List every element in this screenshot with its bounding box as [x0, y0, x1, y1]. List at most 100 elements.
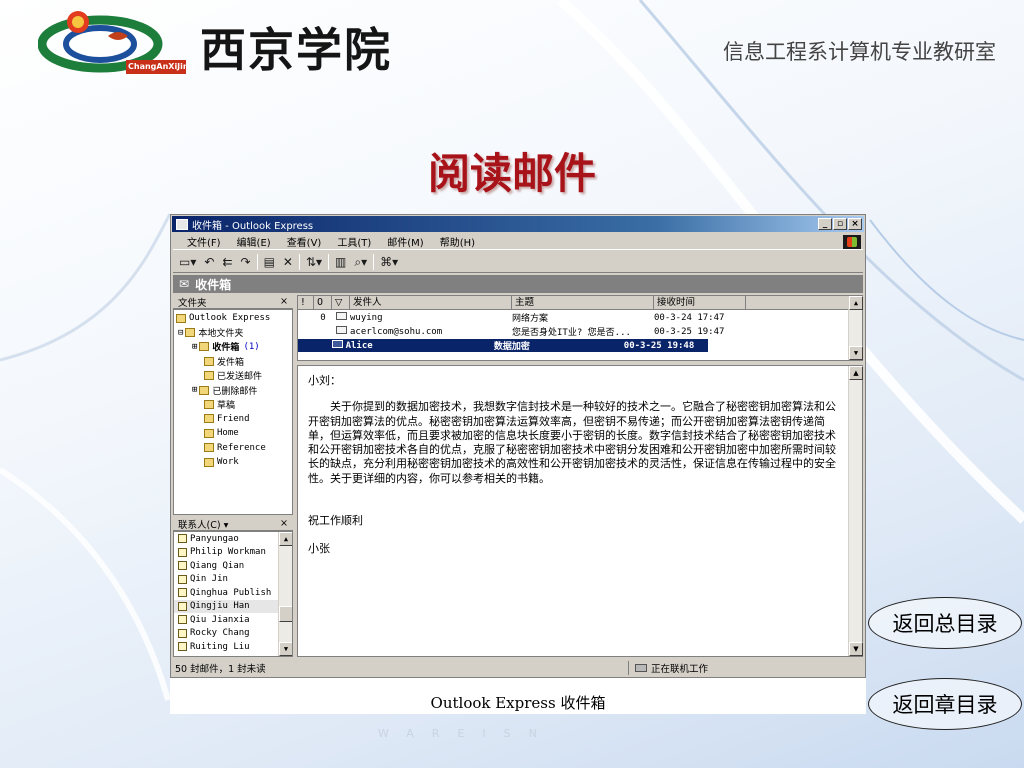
scroll-up-icon[interactable]: ▲ — [849, 296, 863, 310]
folder-icon — [185, 328, 196, 338]
back-to-chapter-menu-button[interactable]: 返回章目录 — [868, 678, 1022, 730]
new-mail-icon[interactable]: ▭▾ — [177, 253, 198, 271]
contact-card-icon — [178, 547, 187, 557]
contact-item[interactable]: Ruiting Liu — [174, 640, 292, 654]
menu-tools[interactable]: 工具(T) — [337, 234, 371, 249]
expand-icon[interactable]: ⊞ — [192, 385, 197, 395]
contact-item[interactable]: Qinghua Publish — [174, 586, 292, 600]
folder-inbox[interactable]: ⊞ 收件箱 (1) — [174, 340, 292, 354]
print-icon[interactable]: ▤ — [262, 253, 277, 271]
contact-item[interactable]: Qiang Qian — [174, 559, 292, 573]
contacts-scrollbar[interactable]: ▲ ▼ — [278, 532, 292, 656]
envelope-icon — [335, 312, 347, 320]
contact-card-icon — [178, 588, 187, 598]
folder-sent[interactable]: 已发送邮件 — [174, 369, 292, 383]
col-watch[interactable]: ▽ — [332, 296, 350, 310]
scroll-up-icon[interactable]: ▲ — [279, 532, 292, 546]
folders-header-label: 文件夹 — [178, 297, 207, 309]
message-row-selected[interactable]: Alice 数据加密 00-3-25 19:48 — [298, 339, 708, 352]
maximize-button[interactable]: ▫ — [833, 218, 847, 230]
folder-friend[interactable]: Friend — [174, 412, 292, 426]
contact-item-selected[interactable]: Qingjiu Han — [174, 599, 292, 613]
reply-icon[interactable]: ↶ — [202, 253, 216, 271]
find-icon[interactable]: ⌕▾ — [352, 253, 369, 271]
outlook-window: 收件箱 - Outlook Express _ ▫ × 文件(F) 编辑(E) … — [170, 214, 866, 678]
status-message-count: 50 封邮件，1 封未读 — [173, 661, 629, 675]
close-pane-icon[interactable]: × — [280, 518, 288, 529]
scroll-down-icon[interactable]: ▼ — [279, 642, 292, 656]
contact-item[interactable]: Qiu Jianxia — [174, 613, 292, 627]
message-row[interactable]: acerlcom@sohu.com 您是否身处IT业? 您是否... 00-3-… — [298, 325, 746, 338]
folder-reference[interactable]: Reference — [174, 441, 292, 455]
encoding-icon[interactable]: ⌘▾ — [378, 253, 400, 271]
folder-outlook-express[interactable]: Outlook Express — [174, 311, 292, 325]
watermark: WAREISN — [378, 727, 555, 740]
status-bar: 50 封邮件，1 封未读 正在联机工作 — [173, 660, 863, 676]
menu-view[interactable]: 查看(V) — [287, 234, 322, 249]
delete-icon[interactable]: ✕ — [281, 253, 295, 271]
folder-title-icon: ✉ — [179, 277, 190, 291]
slide-title: 阅读邮件 — [427, 149, 596, 198]
folder-icon — [204, 428, 214, 438]
scroll-thumb[interactable] — [279, 606, 292, 622]
col-subject[interactable]: 主题 — [512, 296, 654, 310]
contact-item[interactable]: Rocky Chang — [174, 627, 292, 641]
menu-bar: 文件(F) 编辑(E) 查看(V) 工具(T) 邮件(M) 帮助(H) — [173, 233, 863, 250]
toolbar-separator — [328, 253, 330, 270]
message-row[interactable]: 0 wuying 网络方案 00-3-24 17:47 — [298, 311, 746, 324]
scroll-up-icon[interactable]: ▲ — [849, 366, 863, 380]
sent-icon — [204, 371, 214, 381]
toolbar-separator — [298, 253, 300, 270]
minimize-button[interactable]: _ — [818, 218, 832, 230]
folder-icon — [204, 457, 214, 467]
folders-pane-header: 文件夹 × — [173, 295, 293, 309]
scroll-down-icon[interactable]: ▼ — [849, 642, 863, 656]
menu-help[interactable]: 帮助(H) — [440, 234, 475, 249]
collapse-icon[interactable]: ⊟ — [178, 328, 183, 338]
forward-icon[interactable]: ↷ — [239, 253, 253, 271]
contact-item[interactable]: Qin Jin — [174, 573, 292, 587]
inbox-icon — [199, 342, 210, 352]
col-from[interactable]: 发件人 — [350, 296, 512, 310]
menu-edit[interactable]: 编辑(E) — [237, 234, 271, 249]
contacts-menu-button[interactable]: 联系人(C) ▾ — [178, 517, 228, 531]
menu-message[interactable]: 邮件(M) — [387, 234, 423, 249]
expand-icon[interactable]: ⊞ — [192, 342, 197, 352]
folders-tree: Outlook Express ⊟ 本地文件夹 ⊞ 收件箱 (1) 发件箱 已发送邮件… — [173, 309, 293, 515]
close-pane-icon[interactable]: × — [280, 296, 288, 307]
reply-all-icon[interactable]: ⇇ — [220, 253, 234, 271]
contacts-list: Panyungao Philip Workman Qiang Qian Qin … — [173, 531, 293, 657]
preview-pane: 小刘： 关于你提到的数据加密技术，我想数字信封技术是一种较好的技术之一。它融合了… — [297, 365, 863, 657]
contact-card-icon — [178, 601, 187, 611]
folder-work[interactable]: Work — [174, 455, 292, 469]
contacts-pane-header: 联系人(C) ▾ × — [173, 517, 293, 531]
scroll-down-icon[interactable]: ▼ — [849, 346, 863, 360]
message-list-scrollbar[interactable]: ▲ ▼ — [848, 296, 863, 360]
col-received[interactable]: 接收时间 — [654, 296, 746, 310]
window-titlebar[interactable]: 收件箱 - Outlook Express _ ▫ × — [172, 216, 864, 232]
contact-item[interactable]: Panyungao — [174, 532, 292, 546]
folder-icon — [204, 443, 214, 453]
contact-card-icon — [178, 615, 187, 625]
col-attachment[interactable]: 0 — [314, 296, 332, 310]
preview-scrollbar[interactable]: ▲ ▼ — [848, 366, 863, 656]
menu-file[interactable]: 文件(F) — [187, 234, 221, 249]
folder-local[interactable]: ⊟ 本地文件夹 — [174, 325, 292, 340]
back-to-main-menu-button[interactable]: 返回总目录 — [868, 597, 1022, 649]
send-receive-icon[interactable]: ⇅▾ — [304, 253, 324, 271]
message-closing: 祝工作顺利 — [308, 514, 363, 528]
folder-home[interactable]: Home — [174, 426, 292, 440]
screenshot-caption: Outlook Express 收件箱 — [430, 694, 606, 712]
trash-icon — [199, 385, 210, 395]
toolbar-separator — [256, 253, 258, 270]
folder-deleted[interactable]: ⊞ 已删除邮件 — [174, 383, 292, 397]
contact-item[interactable]: Philip Workman — [174, 546, 292, 560]
close-button[interactable]: × — [848, 218, 862, 230]
toolbar: ▭▾ ↶ ⇇ ↷ ▤ ✕ ⇅▾ ▥ ⌕▾ ⌘▾ — [173, 251, 863, 273]
folder-outbox[interactable]: 发件箱 — [174, 354, 292, 368]
inbox-window-icon — [176, 218, 188, 230]
folder-drafts[interactable]: 草稿 — [174, 397, 292, 411]
folder-title-bar: ✉ 收件箱 — [173, 275, 863, 293]
col-priority[interactable]: ! — [298, 296, 314, 310]
addresses-icon[interactable]: ▥ — [333, 253, 348, 271]
